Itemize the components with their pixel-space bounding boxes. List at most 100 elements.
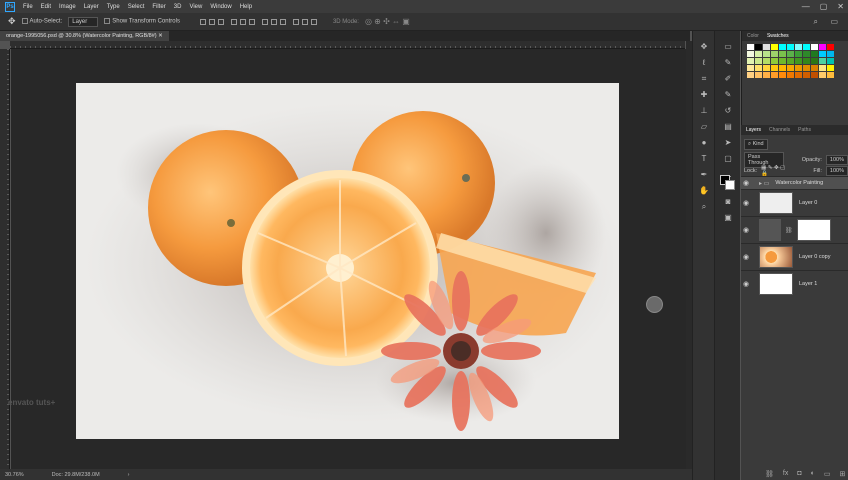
layer-row[interactable]: ◉ ⛓: [741, 216, 848, 243]
color-swatch[interactable]: [779, 44, 786, 50]
color-swatch[interactable]: [795, 72, 802, 78]
healing-icon[interactable]: ✚: [698, 89, 710, 101]
distribute-left-icon[interactable]: [292, 18, 299, 25]
color-swatch[interactable]: [795, 58, 802, 64]
document-canvas[interactable]: [76, 83, 619, 439]
menu-help[interactable]: Help: [236, 4, 256, 10]
layer-row[interactable]: ◉ Layer 0: [741, 189, 848, 216]
fx-icon[interactable]: fx: [783, 470, 788, 478]
type-icon[interactable]: T: [698, 153, 710, 165]
close-button[interactable]: ✕: [837, 2, 844, 11]
maximize-button[interactable]: ▢: [820, 2, 828, 11]
color-swatch[interactable]: [787, 58, 794, 64]
color-swatch[interactable]: [763, 51, 770, 57]
menu-3d[interactable]: 3D: [170, 4, 186, 10]
align-center-icon[interactable]: [239, 18, 246, 25]
color-swatch[interactable]: [763, 58, 770, 64]
menu-type[interactable]: Type: [103, 4, 124, 10]
color-swatch[interactable]: [827, 58, 834, 64]
shape-icon[interactable]: ▢: [722, 153, 734, 165]
align-left-icon[interactable]: [230, 18, 237, 25]
history-brush-icon[interactable]: ↺: [722, 105, 734, 117]
move-icon[interactable]: ✥: [698, 41, 710, 53]
color-swatch[interactable]: [747, 44, 754, 50]
color-swatch[interactable]: [803, 65, 810, 71]
menu-select[interactable]: Select: [124, 4, 149, 10]
color-swatch[interactable]: [755, 72, 762, 78]
align-middle-icon[interactable]: [208, 18, 215, 25]
color-swatch[interactable]: [771, 44, 778, 50]
tab-paths[interactable]: Paths: [798, 127, 811, 133]
align-right-icon[interactable]: [248, 18, 255, 25]
quick-select-icon[interactable]: ✎: [722, 57, 734, 69]
link-layers-icon[interactable]: ⛓: [765, 470, 774, 478]
visibility-eye-icon[interactable]: ◉: [741, 253, 751, 261]
color-swatch[interactable]: [755, 58, 762, 64]
tab-layers[interactable]: Layers: [746, 127, 761, 133]
color-swatch[interactable]: [827, 44, 834, 50]
move-tool-icon[interactable]: ✥: [8, 16, 16, 27]
tab-channels[interactable]: Channels: [769, 127, 790, 133]
auto-select-dropdown[interactable]: Layer: [68, 16, 99, 27]
dodge-icon[interactable]: ●: [698, 137, 710, 149]
color-swatch[interactable]: [747, 58, 754, 64]
color-swatch[interactable]: [827, 72, 834, 78]
menu-layer[interactable]: Layer: [80, 4, 103, 10]
color-swatch[interactable]: [763, 72, 770, 78]
color-swatch[interactable]: [803, 72, 810, 78]
horizontal-ruler[interactable]: [10, 41, 685, 49]
color-swatch[interactable]: [827, 65, 834, 71]
color-swatch[interactable]: [819, 44, 826, 50]
menu-filter[interactable]: Filter: [148, 4, 169, 10]
color-swatch[interactable]: [771, 65, 778, 71]
color-swatch[interactable]: [795, 51, 802, 57]
pen-icon[interactable]: ✒: [698, 169, 710, 181]
distribute-bottom-icon[interactable]: [279, 18, 286, 25]
layer-row-group[interactable]: ◉ ▸ ▭ Watercolor Painting: [741, 176, 848, 189]
color-swatch[interactable]: [755, 44, 762, 50]
color-swatch[interactable]: [755, 51, 762, 57]
color-swatch[interactable]: [787, 65, 794, 71]
visibility-eye-icon[interactable]: ◉: [741, 179, 751, 187]
menu-view[interactable]: View: [185, 4, 206, 10]
color-swatch[interactable]: [779, 58, 786, 64]
color-swatch[interactable]: [747, 65, 754, 71]
clone-stamp-icon[interactable]: ⊥: [698, 105, 710, 117]
swatch-grid[interactable]: [747, 44, 845, 79]
new-group-icon[interactable]: ▭: [824, 470, 831, 478]
color-swatch[interactable]: [827, 51, 834, 57]
menu-window[interactable]: Window: [206, 4, 235, 10]
zoom-icon[interactable]: ⌕: [698, 201, 710, 213]
distribute-center-icon[interactable]: [301, 18, 308, 25]
zoom-level[interactable]: 30.76%: [5, 472, 24, 478]
color-swatch[interactable]: [771, 72, 778, 78]
canvas-area[interactable]: [11, 49, 686, 469]
marquee-icon[interactable]: ▭: [722, 41, 734, 53]
color-swatch[interactable]: [819, 58, 826, 64]
color-swatch[interactable]: [787, 72, 794, 78]
color-swatch[interactable]: [803, 51, 810, 57]
color-swatch[interactable]: [779, 72, 786, 78]
add-mask-icon[interactable]: ◘: [797, 470, 801, 478]
path-select-icon[interactable]: ➤: [722, 137, 734, 149]
crop-icon[interactable]: ⌗: [698, 73, 710, 85]
opacity-field[interactable]: 100%: [825, 155, 848, 165]
color-swatch[interactable]: [747, 51, 754, 57]
eyedropper-icon[interactable]: ✐: [722, 73, 734, 85]
workspace-switcher[interactable]: ▭: [830, 17, 838, 26]
color-swatch[interactable]: [811, 51, 818, 57]
status-arrow-icon[interactable]: ›: [128, 472, 130, 478]
color-swatch[interactable]: [779, 51, 786, 57]
layer-row[interactable]: ◉ Layer 1: [741, 270, 848, 297]
fill-field[interactable]: 100%: [825, 166, 848, 176]
close-tab-icon[interactable]: ✕: [158, 33, 163, 39]
lasso-icon[interactable]: ℓ: [698, 57, 710, 69]
align-bottom-icon[interactable]: [217, 18, 224, 25]
color-swatch[interactable]: [787, 44, 794, 50]
tab-color[interactable]: Color: [747, 33, 759, 39]
new-layer-icon[interactable]: ⊞: [839, 470, 845, 478]
document-tab[interactable]: orange-1995056.psd @ 30.8% (Watercolor P…: [0, 31, 169, 41]
color-swatch[interactable]: [819, 72, 826, 78]
3d-orbit-icon[interactable]: ◎ ⊕ ✣ ⇔ ▣: [365, 17, 410, 26]
color-swatch[interactable]: [787, 51, 794, 57]
